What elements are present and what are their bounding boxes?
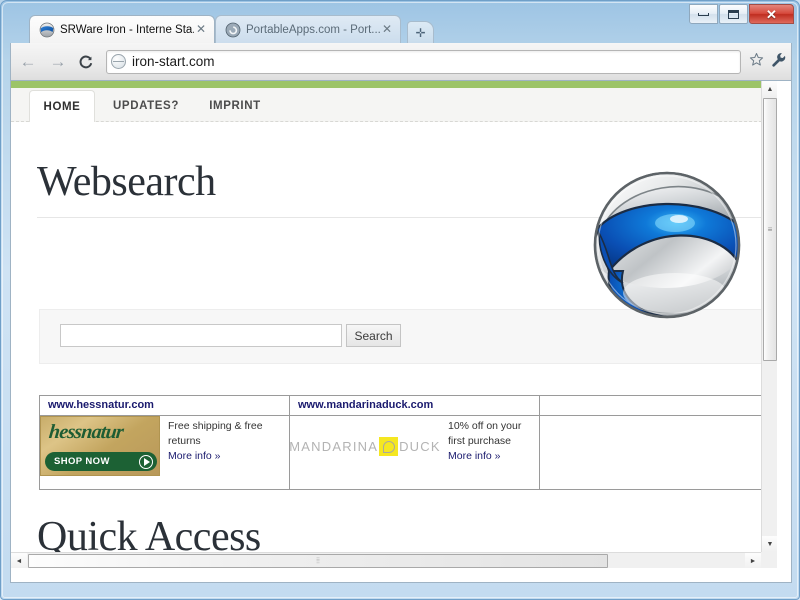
browser-window: ✕ SRWare Iron -	[0, 0, 800, 600]
ad-cell-mandarinaduck[interactable]: MANDARINA DUCK 10% off on your first pur…	[290, 416, 540, 490]
site-nav: HOME UPDATES? IMPRINT	[11, 88, 777, 122]
scroll-left-button[interactable]: ◄	[11, 553, 27, 568]
mandarinaduck-banner-icon[interactable]: MANDARINA DUCK	[290, 416, 440, 476]
ad-cell-hessnatur[interactable]: hessnatur SHOP NOW Free shipping & free …	[40, 416, 290, 490]
duck-wordmark: DUCK	[399, 439, 441, 454]
srware-iron-logo	[589, 167, 745, 323]
ad-header-mandarinaduck[interactable]: www.mandarinaduck.com	[290, 396, 540, 416]
caret-right-icon: ►	[750, 558, 757, 565]
page-viewport: HOME UPDATES? IMPRINT Websearch	[10, 81, 792, 583]
ads-content-row: hessnatur SHOP NOW Free shipping & free …	[40, 416, 778, 490]
close-icon: ✕	[766, 8, 777, 21]
reload-button[interactable]	[73, 49, 99, 75]
scroll-grip-icon: ≡	[768, 225, 773, 234]
forward-arrow-icon: →	[50, 52, 67, 72]
site-nav-label: UPDATES?	[113, 100, 179, 112]
minimize-button[interactable]	[689, 4, 718, 24]
site-accent-bar	[11, 81, 777, 88]
site-nav-item-updates[interactable]: UPDATES?	[103, 90, 189, 122]
ads-header-row: www.hessnatur.com www.mandarinaduck.com	[40, 396, 778, 416]
scrollbar-corner	[761, 552, 777, 568]
ad-cell-empty	[540, 416, 778, 490]
site-nav-item-home[interactable]: HOME	[29, 90, 95, 122]
caret-down-icon: ▼	[767, 541, 774, 548]
page-content: HOME UPDATES? IMPRINT Websearch	[11, 81, 777, 568]
search-button-label: Search	[354, 329, 392, 343]
mandarina-wordmark: MANDARINA	[289, 439, 378, 454]
scroll-up-button[interactable]: ▲	[762, 81, 777, 97]
tab-title: SRWare Iron - Interne Sta...	[60, 24, 194, 36]
tab-close-icon[interactable]: ✕	[194, 23, 208, 37]
url-text: iron-start.com	[132, 54, 215, 69]
ad-more-info-link[interactable]: More info »	[168, 449, 289, 464]
site-nav-item-imprint[interactable]: IMPRINT	[197, 90, 273, 122]
reload-icon	[78, 54, 94, 70]
scroll-down-button[interactable]: ▼	[762, 536, 777, 552]
tab-strip: SRWare Iron - Interne Sta... ✕ PortableA…	[1, 15, 800, 43]
portableapps-icon	[225, 22, 241, 38]
plus-icon: ✛	[415, 26, 425, 40]
shop-now-label: SHOP NOW	[54, 456, 110, 467]
wrench-menu-icon[interactable]	[767, 52, 791, 72]
hessnatur-banner-icon[interactable]: hessnatur SHOP NOW	[40, 416, 160, 476]
back-arrow-icon: ←	[20, 52, 37, 72]
site-nav-label: IMPRINT	[209, 100, 260, 112]
shop-now-button[interactable]: SHOP NOW	[45, 452, 157, 471]
duck-mark-icon	[379, 437, 398, 456]
minimize-icon	[698, 13, 709, 16]
caret-up-icon: ▲	[767, 86, 774, 93]
close-window-button[interactable]: ✕	[749, 4, 794, 24]
horizontal-scrollbar[interactable]: ◄ ⦙⦙ ►	[11, 552, 777, 568]
vertical-scrollbar-thumb[interactable]: ≡	[763, 98, 777, 361]
tab-close-icon[interactable]: ✕	[380, 23, 394, 37]
scroll-grip-icon: ⦙⦙	[316, 556, 320, 566]
maximize-button[interactable]	[719, 4, 748, 24]
scroll-right-button[interactable]: ►	[745, 553, 761, 568]
play-icon	[139, 455, 153, 469]
tab-title: PortableApps.com - Port...	[246, 24, 380, 36]
site-nav-label: HOME	[44, 101, 81, 113]
new-tab-button[interactable]: ✛	[407, 21, 434, 43]
ad-description: Free shipping & free returns	[168, 419, 289, 449]
caret-left-icon: ◄	[16, 558, 23, 565]
address-bar[interactable]: iron-start.com	[106, 50, 741, 74]
vertical-scrollbar[interactable]: ▲ ≡ ▼	[761, 81, 777, 568]
ad-header-empty	[540, 396, 778, 416]
forward-button[interactable]: →	[45, 49, 71, 75]
hessnatur-wordmark: hessnatur	[48, 421, 124, 444]
ad-description: 10% off on your first purchase	[448, 419, 534, 449]
bookmark-star-icon[interactable]	[745, 52, 767, 71]
browser-tab-active[interactable]: SRWare Iron - Interne Sta... ✕	[29, 15, 215, 43]
ad-more-info-link[interactable]: More info »	[448, 449, 534, 464]
iron-globe-icon	[39, 22, 55, 38]
ads-table: www.hessnatur.com www.mandarinaduck.com …	[39, 395, 777, 490]
maximize-icon	[728, 10, 739, 19]
browser-toolbar: ← → iron-start.com	[10, 43, 792, 81]
browser-tab-inactive[interactable]: PortableApps.com - Port... ✕	[215, 15, 401, 43]
websearch-heading: Websearch	[37, 158, 216, 206]
search-input[interactable]	[60, 324, 342, 347]
window-controls: ✕	[689, 4, 794, 24]
back-button[interactable]: ←	[15, 49, 41, 75]
page-globe-icon	[111, 54, 126, 69]
horizontal-scrollbar-thumb[interactable]: ⦙⦙	[28, 554, 608, 568]
search-button[interactable]: Search	[346, 324, 401, 347]
ad-header-hessnatur[interactable]: www.hessnatur.com	[40, 396, 290, 416]
